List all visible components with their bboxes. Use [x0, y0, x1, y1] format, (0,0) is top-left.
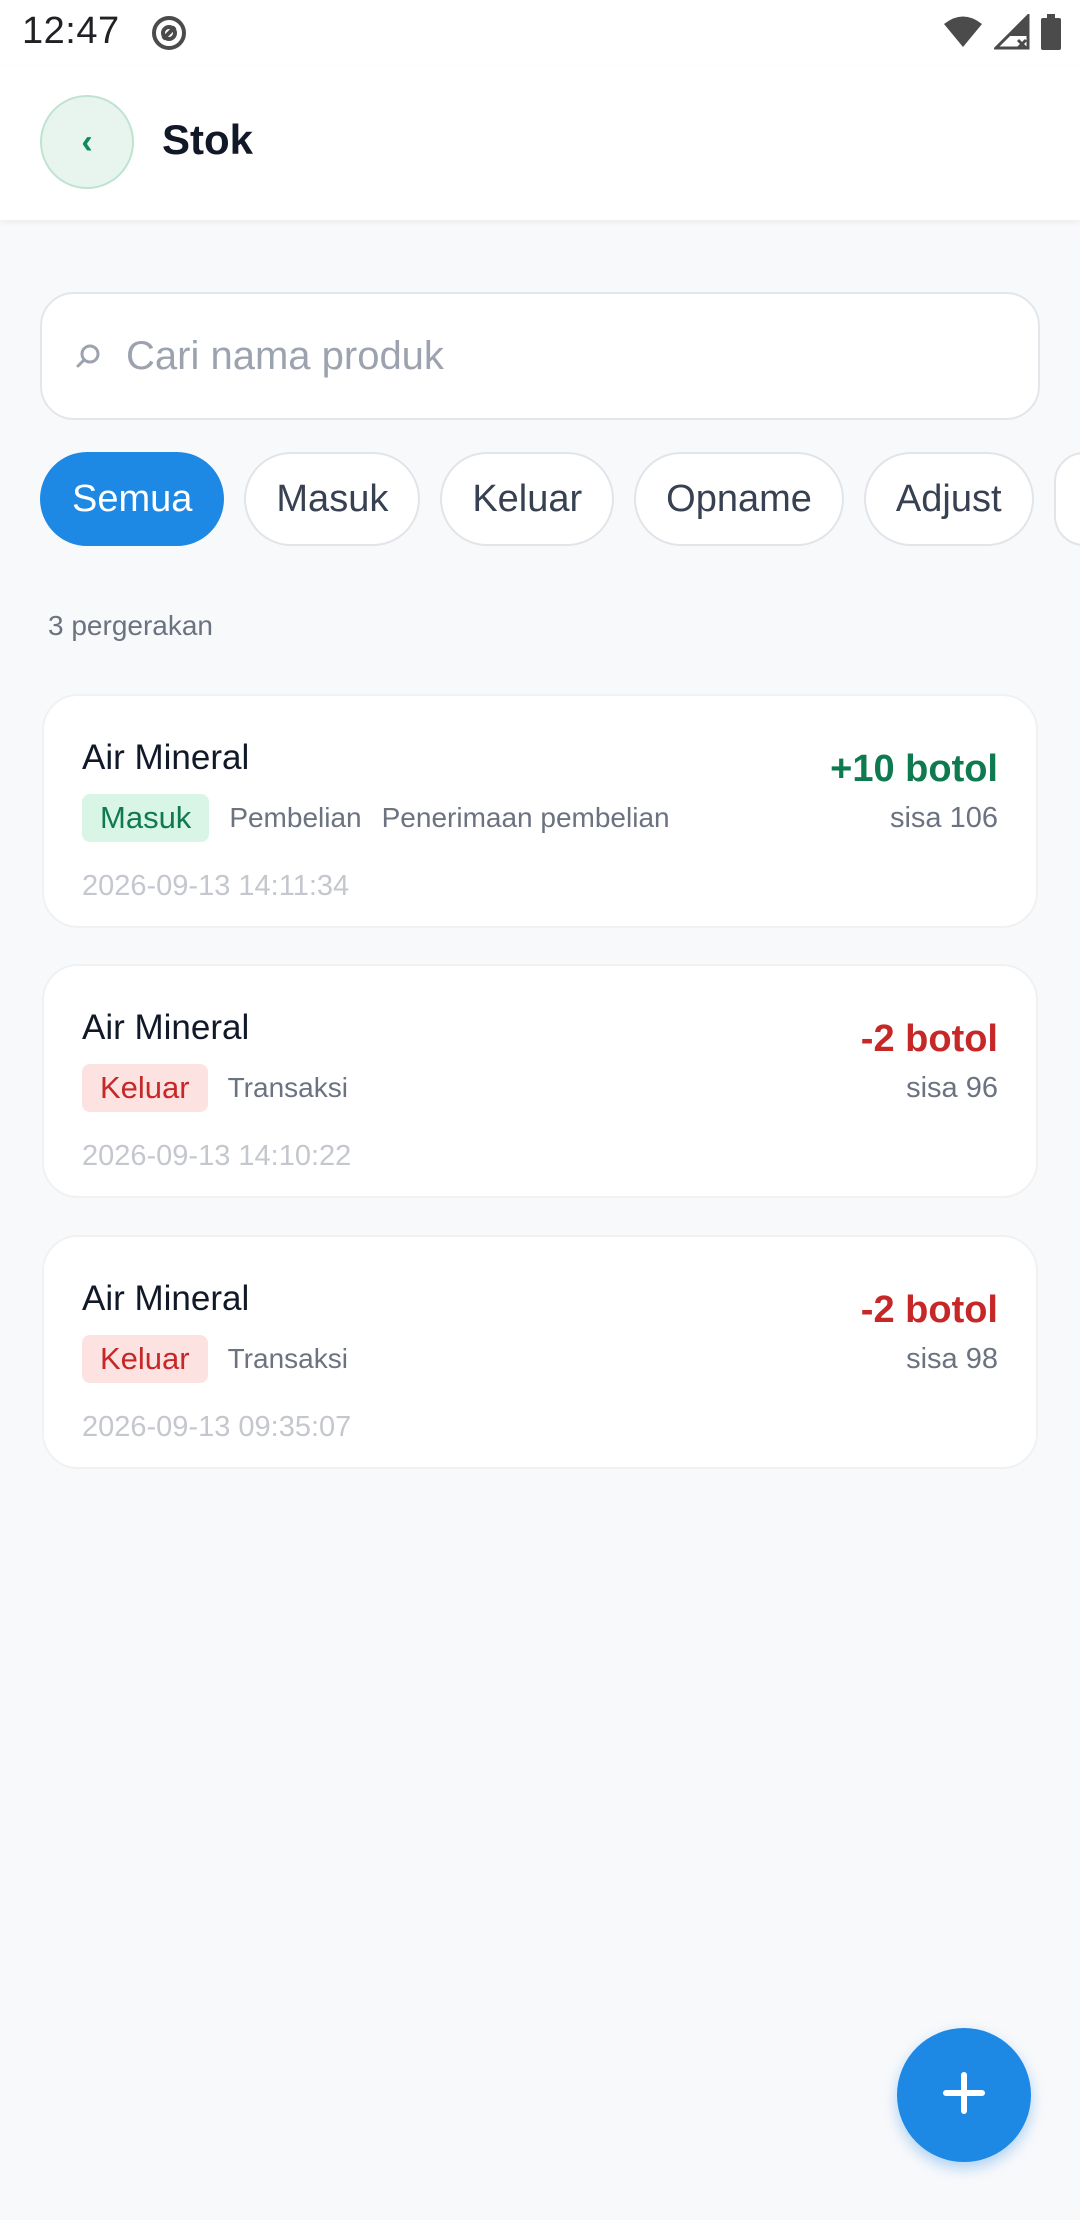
movement-quantity: -2 botol [860, 1289, 998, 1331]
status-bar: 12:47 [0, 0, 1080, 66]
battery-icon [1040, 14, 1062, 55]
plus-icon [942, 2071, 986, 2120]
movement-source: Transaksi [227, 1343, 348, 1374]
movement-meta: Keluar Transaksi [82, 1335, 368, 1383]
chevron-left-icon: ‹ [81, 122, 93, 161]
movement-source: Pembelian [229, 802, 362, 833]
movement-datetime: 2026-09-13 14:10:22 [82, 1140, 352, 1172]
movement-count: 3 pergerakan [48, 610, 214, 641]
product-name: Air Mineral [82, 1008, 250, 1047]
type-badge: Masuk [82, 794, 210, 842]
app-bar: ‹ Stok [0, 66, 1080, 220]
remaining-stock: sisa 106 [889, 802, 998, 834]
product-name: Air Mineral [82, 738, 250, 777]
add-movement-button[interactable] [897, 2028, 1031, 2162]
back-button[interactable]: ‹ [40, 95, 134, 189]
filter-chip-keluar[interactable]: Keluar [440, 452, 615, 546]
movement-quantity: +10 botol [830, 748, 998, 790]
movement-card[interactable]: Air Mineral Masuk Pembelian Penerimaan p… [42, 694, 1038, 928]
remaining-stock: sisa 96 [906, 1072, 998, 1104]
filter-chip-semua[interactable]: Semua [40, 452, 225, 546]
movement-quantity: -2 botol [860, 1018, 998, 1060]
search-icon [74, 342, 102, 370]
status-icons [942, 12, 1062, 55]
movement-note: Penerimaan pembelian [381, 802, 670, 833]
signal-icon [992, 12, 1030, 55]
movement-datetime: 2026-09-13 14:11:34 [82, 870, 350, 902]
filter-chip-masuk[interactable]: Masuk [244, 452, 421, 546]
movement-card[interactable]: Air Mineral Keluar Transaksi 2026-09-13 … [42, 964, 1038, 1198]
status-time: 12:47 [22, 10, 120, 52]
wifi-icon [942, 15, 984, 54]
product-name: Air Mineral [82, 1279, 250, 1318]
search-box[interactable] [40, 292, 1040, 420]
movement-datetime: 2026-09-13 09:35:07 [82, 1411, 352, 1443]
filter-chips: Semua Masuk Keluar Opname Adjust [40, 452, 1080, 548]
remaining-stock: sisa 98 [906, 1343, 998, 1375]
movement-card[interactable]: Air Mineral Keluar Transaksi 2026-09-13 … [42, 1235, 1038, 1469]
filter-chip-opname[interactable]: Opname [634, 452, 844, 546]
page-title: Stok [162, 116, 254, 163]
movement-meta: Masuk Pembelian Penerimaan pembelian [82, 794, 690, 842]
type-badge: Keluar [82, 1064, 208, 1112]
movement-meta: Keluar Transaksi [82, 1064, 368, 1112]
filter-chip-more[interactable] [1053, 452, 1080, 546]
filter-chip-adjust[interactable]: Adjust [863, 452, 1034, 546]
at-sign-icon [150, 14, 188, 52]
movement-source: Transaksi [227, 1072, 348, 1103]
search-input[interactable] [124, 332, 988, 380]
type-badge: Keluar [82, 1335, 208, 1383]
